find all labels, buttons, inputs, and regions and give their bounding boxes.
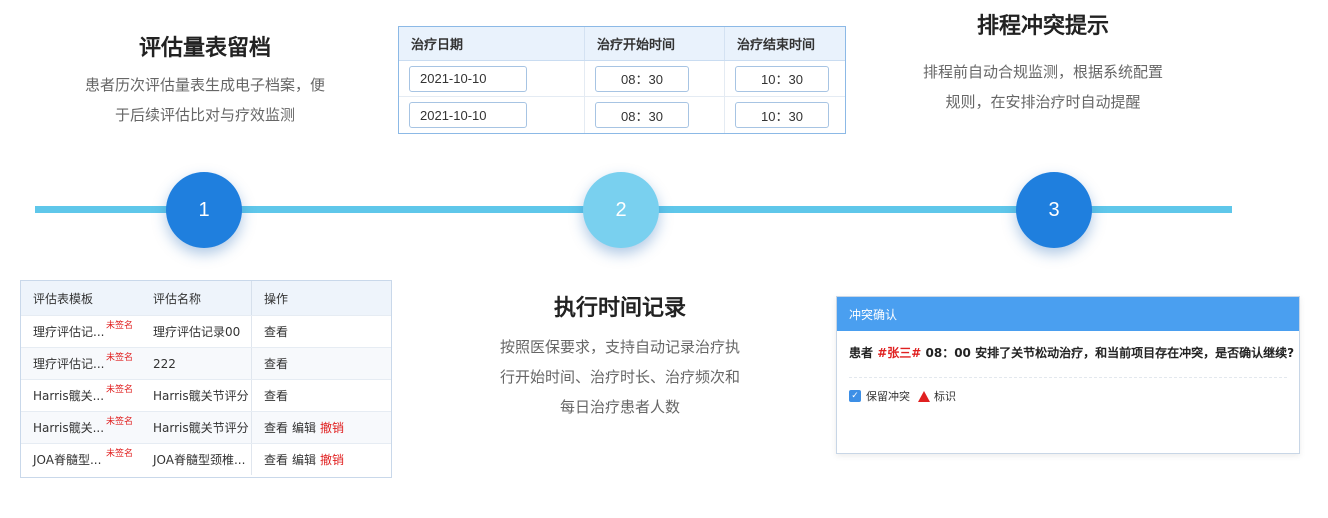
timeline-step-2: 2 [583, 172, 659, 248]
dialog-options: ✓ 保留冲突 标识 [837, 378, 1299, 414]
message-body: 08：00 安排了关节松动治疗，和当前项目存在冲突，是否确认继续? [921, 346, 1295, 360]
exec-record-desc-line: 每日治疗患者人数 [559, 398, 680, 416]
patient-name: #张三# [877, 346, 922, 360]
start-time-field[interactable]: 08：30 [595, 102, 689, 128]
view-link[interactable]: 查看 [264, 323, 288, 340]
eval-name: JOA脊髓型颈椎... [153, 453, 246, 467]
template-name: 理疗评估记... [33, 325, 105, 339]
message-prefix: 患者 [849, 346, 878, 360]
revoke-link[interactable]: 撤销 [320, 451, 344, 468]
table-row: JOA脊髓型... 未签名 JOA脊髓型颈椎... 查看 编辑 撤销 [21, 443, 391, 475]
header-template: 评估表模板 [33, 291, 94, 306]
table-row: 2021-10-10 08：30 10：30 [399, 61, 845, 97]
eval-name: Harris髋关节评分 [153, 421, 249, 435]
header-start-time: 治疗开始时间 [585, 27, 725, 60]
table-row: 理疗评估记... 未签名 理疗评估记录00 查看 [21, 315, 391, 347]
date-field[interactable]: 2021-10-10 [409, 65, 527, 92]
template-name: 理疗评估记... [33, 357, 105, 371]
edit-link[interactable]: 编辑 [292, 451, 316, 468]
header-end-time: 治疗结束时间 [737, 38, 816, 53]
eval-archive-desc-line: 于后续评估比对与疗效监测 [114, 106, 295, 124]
unsigned-badge: 未签名 [105, 449, 133, 459]
keep-conflict-checkbox[interactable]: ✓ [849, 390, 861, 402]
header-actions: 操作 [251, 281, 391, 315]
view-link[interactable]: 查看 [264, 419, 288, 436]
table-row: 理疗评估记... 未签名 222 查看 [21, 347, 391, 379]
unsigned-badge: 未签名 [105, 353, 133, 363]
exec-record-desc-line: 行开始时间、治疗时长、治疗频次和 [499, 368, 740, 386]
end-time-field[interactable]: 10：30 [735, 102, 829, 128]
conflict-alert-desc-line: 规则，在安排治疗时自动提醒 [945, 93, 1141, 111]
edit-link[interactable]: 编辑 [292, 419, 316, 436]
template-name: JOA脊髓型... [33, 453, 102, 467]
eval-name: 理疗评估记录00 [153, 325, 241, 339]
header-treatment-date: 治疗日期 [399, 27, 585, 60]
unsigned-badge: 未签名 [105, 385, 133, 395]
mark-label: 标识 [934, 390, 956, 403]
exec-record-title: 执行时间记录 [553, 296, 686, 321]
keep-conflict-label: 保留冲突 [866, 390, 910, 403]
template-name: Harris髋关... [33, 421, 105, 435]
eval-archive-desc-line: 患者历次评估量表生成电子档案，便 [84, 76, 325, 94]
eval-archive-title: 评估量表留档 [138, 36, 271, 61]
eval-name: 222 [153, 356, 176, 371]
eval-archive-desc: 患者历次评估量表生成电子档案，便 于后续评估比对与疗效监测 [0, 70, 410, 130]
view-link[interactable]: 查看 [264, 355, 288, 372]
schedule-table: 治疗日期 治疗开始时间 治疗结束时间 2021-10-10 08：30 10：3… [398, 26, 846, 134]
view-link[interactable]: 查看 [264, 451, 288, 468]
header-eval-name: 评估名称 [153, 291, 202, 306]
revoke-link[interactable]: 撤销 [320, 419, 344, 436]
evaluation-table-header: 评估表模板 评估名称 操作 [21, 281, 391, 315]
table-row: Harris髋关... 未签名 Harris髋关节评分 查看 编辑 撤销 [21, 411, 391, 443]
unsigned-badge: 未签名 [105, 321, 133, 331]
conflict-message: 患者 #张三# 08：00 安排了关节松动治疗，和当前项目存在冲突，是否确认继续… [837, 331, 1299, 361]
table-row: 2021-10-10 08：30 10：30 [399, 97, 845, 133]
conflict-alert-desc: 排程前自动合规监测，根据系统配置 规则，在安排治疗时自动提醒 [880, 57, 1206, 117]
template-name: Harris髋关... [33, 389, 105, 403]
timeline-step-3: 3 [1016, 172, 1092, 248]
evaluation-table: 评估表模板 评估名称 操作 理疗评估记... 未签名 理疗评估记录00 查看 理疗… [20, 280, 392, 478]
conflict-alert-desc-line: 排程前自动合规监测，根据系统配置 [922, 63, 1163, 81]
unsigned-badge: 未签名 [105, 417, 133, 427]
schedule-table-header: 治疗日期 治疗开始时间 治疗结束时间 [399, 27, 845, 61]
table-row: Harris髋关... 未签名 Harris髋关节评分 查看 [21, 379, 391, 411]
end-time-field[interactable]: 10：30 [735, 65, 829, 92]
warning-icon [918, 390, 930, 402]
start-time-field[interactable]: 08：30 [595, 65, 689, 92]
conflict-alert-title: 排程冲突提示 [976, 14, 1109, 39]
date-field[interactable]: 2021-10-10 [409, 102, 527, 128]
eval-name: Harris髋关节评分 [153, 389, 249, 403]
dialog-title: 冲突确认 [837, 297, 1299, 331]
conflict-dialog: 冲突确认 患者 #张三# 08：00 安排了关节松动治疗，和当前项目存在冲突，是… [836, 296, 1300, 454]
exec-record-desc-line: 按照医保要求，支持自动记录治疗执 [499, 338, 740, 356]
view-link[interactable]: 查看 [264, 387, 288, 404]
exec-record-desc: 按照医保要求，支持自动记录治疗执 行开始时间、治疗时长、治疗频次和 每日治疗患者… [455, 332, 785, 422]
timeline-step-1: 1 [166, 172, 242, 248]
